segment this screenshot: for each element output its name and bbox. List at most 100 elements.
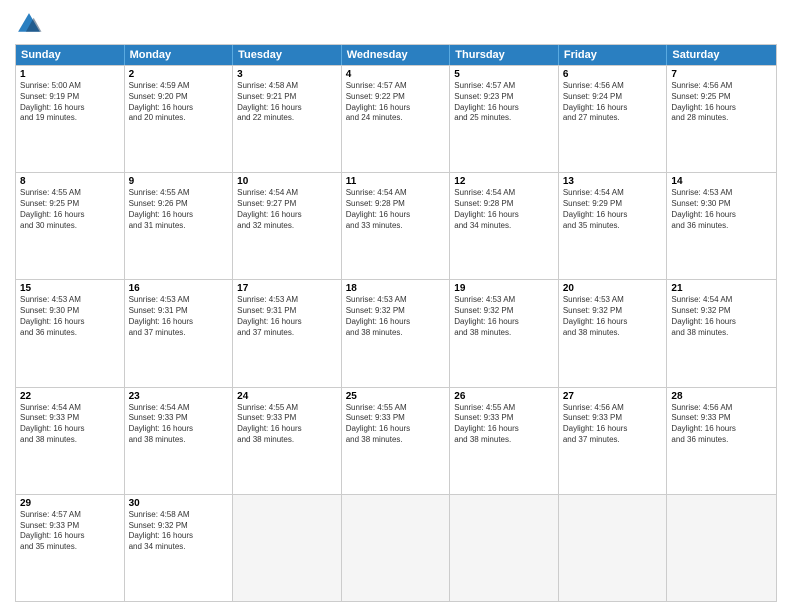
cell-text-line: and 27 minutes.	[563, 113, 663, 124]
cell-text-line: Daylight: 16 hours	[563, 103, 663, 114]
cell-text-line: Sunset: 9:33 PM	[454, 413, 554, 424]
calendar-week-0: 1Sunrise: 5:00 AMSunset: 9:19 PMDaylight…	[16, 65, 776, 172]
logo-icon	[15, 10, 43, 38]
cell-text-line: Sunrise: 4:57 AM	[454, 81, 554, 92]
header-day-thursday: Thursday	[450, 45, 559, 65]
cell-text-line: and 31 minutes.	[129, 221, 229, 232]
cell-text-line: Sunrise: 4:55 AM	[237, 403, 337, 414]
calendar-day-8: 8Sunrise: 4:55 AMSunset: 9:25 PMDaylight…	[16, 173, 125, 279]
calendar-day-30: 30Sunrise: 4:58 AMSunset: 9:32 PMDayligh…	[125, 495, 234, 601]
day-number: 26	[454, 391, 554, 402]
calendar-day-9: 9Sunrise: 4:55 AMSunset: 9:26 PMDaylight…	[125, 173, 234, 279]
calendar-day-6: 6Sunrise: 4:56 AMSunset: 9:24 PMDaylight…	[559, 66, 668, 172]
cell-text-line: Sunrise: 5:00 AM	[20, 81, 120, 92]
header-day-wednesday: Wednesday	[342, 45, 451, 65]
cell-text-line: Sunset: 9:33 PM	[129, 413, 229, 424]
calendar-day-29: 29Sunrise: 4:57 AMSunset: 9:33 PMDayligh…	[16, 495, 125, 601]
day-number: 2	[129, 69, 229, 80]
calendar-empty-cell	[450, 495, 559, 601]
cell-text-line: Sunrise: 4:56 AM	[563, 403, 663, 414]
cell-text-line: and 36 minutes.	[671, 221, 772, 232]
calendar-day-22: 22Sunrise: 4:54 AMSunset: 9:33 PMDayligh…	[16, 388, 125, 494]
day-number: 9	[129, 176, 229, 187]
cell-text-line: Sunset: 9:32 PM	[346, 306, 446, 317]
cell-text-line: and 38 minutes.	[454, 435, 554, 446]
cell-text-line: and 38 minutes.	[20, 435, 120, 446]
cell-text-line: Sunrise: 4:58 AM	[129, 510, 229, 521]
calendar-day-24: 24Sunrise: 4:55 AMSunset: 9:33 PMDayligh…	[233, 388, 342, 494]
calendar-day-14: 14Sunrise: 4:53 AMSunset: 9:30 PMDayligh…	[667, 173, 776, 279]
day-number: 15	[20, 283, 120, 294]
day-number: 8	[20, 176, 120, 187]
cell-text-line: and 28 minutes.	[671, 113, 772, 124]
cell-text-line: Sunset: 9:33 PM	[563, 413, 663, 424]
cell-text-line: Daylight: 16 hours	[671, 210, 772, 221]
cell-text-line: and 38 minutes.	[454, 328, 554, 339]
cell-text-line: Sunset: 9:32 PM	[129, 521, 229, 532]
cell-text-line: Daylight: 16 hours	[454, 103, 554, 114]
day-number: 4	[346, 69, 446, 80]
cell-text-line: Daylight: 16 hours	[671, 103, 772, 114]
cell-text-line: Daylight: 16 hours	[454, 317, 554, 328]
header-day-tuesday: Tuesday	[233, 45, 342, 65]
cell-text-line: Sunset: 9:32 PM	[454, 306, 554, 317]
cell-text-line: Sunset: 9:30 PM	[20, 306, 120, 317]
cell-text-line: Sunrise: 4:56 AM	[671, 403, 772, 414]
day-number: 19	[454, 283, 554, 294]
cell-text-line: Daylight: 16 hours	[346, 103, 446, 114]
cell-text-line: Daylight: 16 hours	[237, 317, 337, 328]
calendar-week-4: 29Sunrise: 4:57 AMSunset: 9:33 PMDayligh…	[16, 494, 776, 601]
calendar-day-1: 1Sunrise: 5:00 AMSunset: 9:19 PMDaylight…	[16, 66, 125, 172]
cell-text-line: and 33 minutes.	[346, 221, 446, 232]
day-number: 7	[671, 69, 772, 80]
cell-text-line: Sunrise: 4:54 AM	[671, 295, 772, 306]
cell-text-line: Sunrise: 4:54 AM	[237, 188, 337, 199]
cell-text-line: and 38 minutes.	[129, 435, 229, 446]
cell-text-line: Sunrise: 4:55 AM	[20, 188, 120, 199]
cell-text-line: Sunset: 9:32 PM	[563, 306, 663, 317]
cell-text-line: Sunrise: 4:55 AM	[454, 403, 554, 414]
cell-text-line: Sunset: 9:33 PM	[346, 413, 446, 424]
cell-text-line: Sunrise: 4:54 AM	[346, 188, 446, 199]
cell-text-line: Daylight: 16 hours	[563, 210, 663, 221]
calendar-day-7: 7Sunrise: 4:56 AMSunset: 9:25 PMDaylight…	[667, 66, 776, 172]
cell-text-line: and 22 minutes.	[237, 113, 337, 124]
cell-text-line: Daylight: 16 hours	[129, 103, 229, 114]
cell-text-line: Sunset: 9:31 PM	[237, 306, 337, 317]
cell-text-line: Sunrise: 4:54 AM	[129, 403, 229, 414]
day-number: 11	[346, 176, 446, 187]
calendar-header-row: SundayMondayTuesdayWednesdayThursdayFrid…	[16, 45, 776, 65]
cell-text-line: and 37 minutes.	[237, 328, 337, 339]
cell-text-line: Daylight: 16 hours	[454, 424, 554, 435]
cell-text-line: Sunset: 9:33 PM	[671, 413, 772, 424]
cell-text-line: Daylight: 16 hours	[20, 103, 120, 114]
calendar-body: 1Sunrise: 5:00 AMSunset: 9:19 PMDaylight…	[16, 65, 776, 601]
cell-text-line: and 25 minutes.	[454, 113, 554, 124]
cell-text-line: Sunset: 9:21 PM	[237, 92, 337, 103]
cell-text-line: Daylight: 16 hours	[563, 424, 663, 435]
day-number: 10	[237, 176, 337, 187]
day-number: 24	[237, 391, 337, 402]
day-number: 3	[237, 69, 337, 80]
cell-text-line: Daylight: 16 hours	[346, 210, 446, 221]
day-number: 27	[563, 391, 663, 402]
cell-text-line: Daylight: 16 hours	[454, 210, 554, 221]
cell-text-line: Sunset: 9:33 PM	[20, 521, 120, 532]
cell-text-line: Sunrise: 4:53 AM	[20, 295, 120, 306]
day-number: 22	[20, 391, 120, 402]
cell-text-line: Daylight: 16 hours	[129, 210, 229, 221]
cell-text-line: Sunset: 9:25 PM	[671, 92, 772, 103]
calendar-empty-cell	[667, 495, 776, 601]
cell-text-line: Daylight: 16 hours	[129, 531, 229, 542]
cell-text-line: Sunrise: 4:53 AM	[237, 295, 337, 306]
cell-text-line: Daylight: 16 hours	[237, 210, 337, 221]
day-number: 6	[563, 69, 663, 80]
cell-text-line: and 38 minutes.	[563, 328, 663, 339]
cell-text-line: and 35 minutes.	[20, 542, 120, 553]
calendar-empty-cell	[233, 495, 342, 601]
cell-text-line: Sunset: 9:24 PM	[563, 92, 663, 103]
day-number: 14	[671, 176, 772, 187]
calendar-day-11: 11Sunrise: 4:54 AMSunset: 9:28 PMDayligh…	[342, 173, 451, 279]
cell-text-line: Sunrise: 4:58 AM	[237, 81, 337, 92]
cell-text-line: Daylight: 16 hours	[671, 424, 772, 435]
